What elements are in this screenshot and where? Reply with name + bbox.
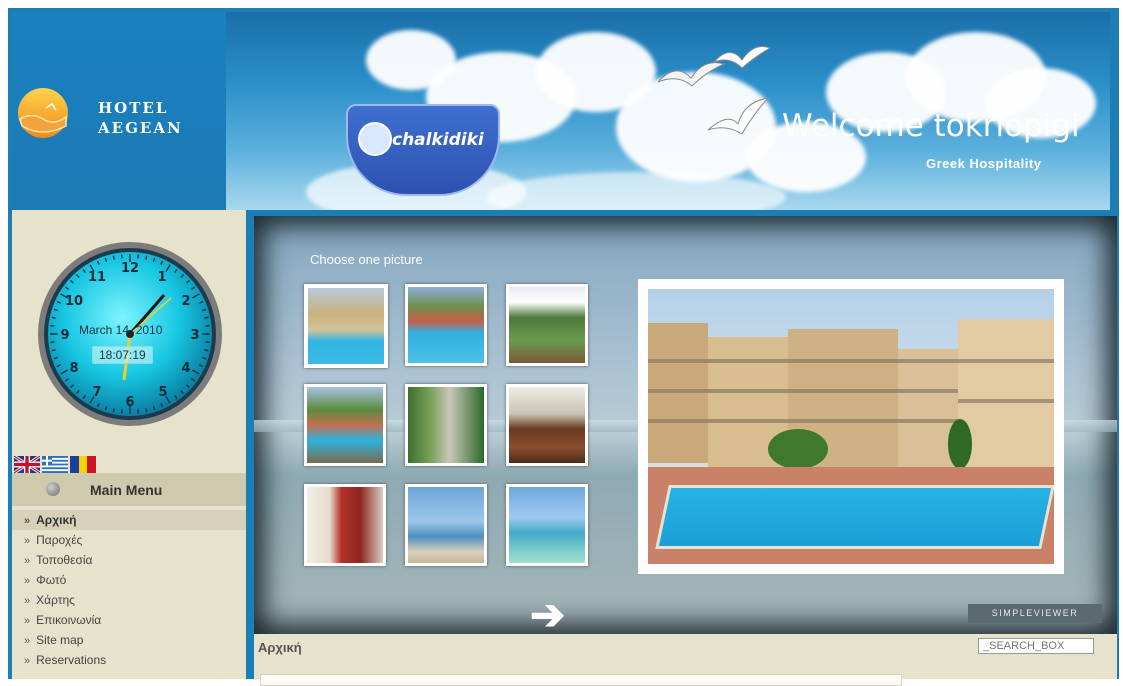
- tagline: Greek Hospitality: [926, 156, 1041, 171]
- photo-gallery-viewer: Choose one picture: [254, 216, 1117, 634]
- search-input[interactable]: [978, 638, 1094, 654]
- clock-time: 18:07:19: [92, 346, 153, 364]
- featured-photo-frame: [638, 279, 1064, 574]
- content-box: [260, 674, 902, 686]
- chalkidiki-label: chalkidiki: [392, 130, 484, 150]
- svg-text:9: 9: [60, 328, 69, 343]
- content-title: Αρχική: [258, 640, 302, 655]
- menu-item-label: Τοποθεσία: [36, 553, 92, 567]
- thumbnail[interactable]: [506, 384, 588, 466]
- svg-text:10: 10: [65, 294, 83, 309]
- menu-item-label: Επικοινωνία: [36, 613, 101, 627]
- uk-flag-icon[interactable]: [14, 456, 40, 473]
- thumbnail-grid: [304, 284, 588, 566]
- menu-item-label: Αρχική: [36, 513, 76, 527]
- chalkidiki-badge: chalkidiki: [346, 104, 500, 196]
- thumbnail[interactable]: [304, 484, 386, 566]
- menu-item-label: Χάρτης: [36, 593, 75, 607]
- menu-item-photos[interactable]: » Φωτό: [12, 570, 246, 590]
- menu-item-map[interactable]: » Χάρτης: [12, 590, 246, 610]
- menu-item-label: Παροχές: [36, 533, 82, 547]
- menu-item-label: Φωτό: [36, 573, 66, 587]
- sun-logo-icon: [16, 86, 70, 140]
- featured-photo[interactable]: [648, 289, 1054, 564]
- svg-text:2: 2: [181, 294, 190, 309]
- svg-text:8: 8: [69, 361, 78, 376]
- greece-flag-icon[interactable]: [42, 456, 68, 473]
- svg-text:3: 3: [190, 328, 199, 343]
- header-banner: chalkidiki Welcome tokriopigi Greek Hosp…: [226, 12, 1110, 210]
- svg-text:1: 1: [157, 270, 166, 285]
- double-chevron-icon: »: [24, 595, 30, 607]
- thumbnail[interactable]: [405, 484, 487, 566]
- gallery-prompt: Choose one picture: [310, 252, 423, 267]
- double-chevron-icon: »: [24, 515, 30, 527]
- hotel-logo[interactable]: HOTEL AEGEAN: [12, 12, 226, 210]
- svg-text:5: 5: [158, 385, 167, 400]
- seagull-icon: [706, 96, 770, 146]
- thumbnail[interactable]: [304, 284, 388, 368]
- double-chevron-icon: »: [24, 655, 30, 667]
- menu-item-label: Reservations: [36, 653, 106, 667]
- logo-line-2: AEGEAN: [98, 118, 183, 138]
- simpleviewer-badge[interactable]: SIMPLEVIEWER: [968, 604, 1102, 623]
- thumbnail[interactable]: [304, 384, 386, 466]
- logo-line-1: HOTEL: [98, 98, 183, 118]
- menu-item-home[interactable]: » Αρχική: [12, 510, 246, 530]
- svg-text:4: 4: [181, 361, 190, 376]
- language-flags: [14, 456, 96, 473]
- double-chevron-icon: »: [24, 555, 30, 567]
- next-arrow-icon[interactable]: ➔: [530, 590, 565, 634]
- menu-item-reservations[interactable]: » Reservations: [12, 650, 246, 670]
- thumbnail[interactable]: [506, 284, 588, 366]
- content-area: [254, 660, 1117, 679]
- menu-bullet-icon: [46, 482, 60, 496]
- main-menu-header: Main Menu: [12, 473, 246, 506]
- welcome-heading: Welcome tokriopigi: [782, 108, 1080, 144]
- sidebar: 12 12 3 45 6 78 9 10 11 March 14, 2010 18:07:…: [12, 210, 246, 679]
- menu-item-sitemap[interactable]: » Site map: [12, 630, 246, 650]
- thumbnail[interactable]: [506, 484, 588, 566]
- menu-item-label: Site map: [36, 633, 83, 647]
- shell-icon: [358, 122, 392, 156]
- double-chevron-icon: »: [24, 615, 30, 627]
- romania-flag-icon[interactable]: [70, 456, 96, 473]
- main-menu-title: Main Menu: [90, 482, 162, 498]
- double-chevron-icon: »: [24, 635, 30, 647]
- clock-date: March 14, 2010: [79, 323, 162, 337]
- svg-text:12: 12: [121, 261, 139, 276]
- menu-item-location[interactable]: » Τοποθεσία: [12, 550, 246, 570]
- thumbnail[interactable]: [405, 384, 487, 466]
- menu-item-facilities[interactable]: » Παροχές: [12, 530, 246, 550]
- double-chevron-icon: »: [24, 535, 30, 547]
- thumbnail[interactable]: [405, 284, 487, 366]
- svg-text:6: 6: [125, 395, 134, 410]
- menu-item-contact[interactable]: » Επικοινωνία: [12, 610, 246, 630]
- svg-text:7: 7: [92, 385, 101, 400]
- svg-text:11: 11: [88, 270, 106, 285]
- main-menu-list: » Αρχική » Παροχές » Τοποθεσία » Φωτό » Χάρτη…: [12, 510, 246, 670]
- seagull-icon: [712, 38, 772, 82]
- double-chevron-icon: »: [24, 575, 30, 587]
- content-header: Αρχική: [254, 634, 1117, 660]
